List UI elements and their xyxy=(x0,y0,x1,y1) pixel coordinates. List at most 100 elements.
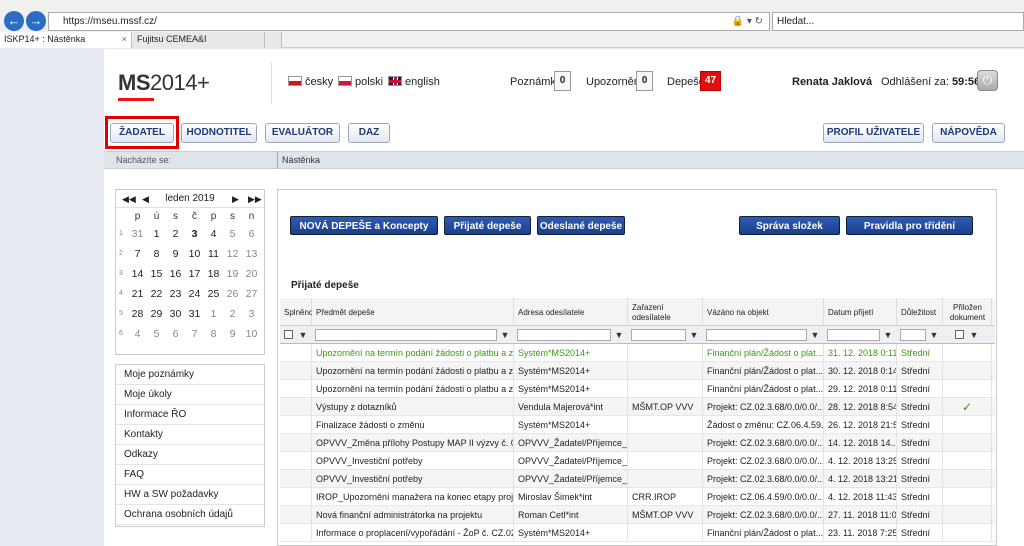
calendar-day[interactable]: 11 xyxy=(204,244,223,264)
filter-funnel-icon[interactable]: ▼ xyxy=(689,329,699,341)
table-row[interactable]: Upozornění na termín podání žádosti o pl… xyxy=(280,362,995,380)
forward-icon[interactable]: → xyxy=(26,11,46,31)
filter-input[interactable] xyxy=(517,329,611,341)
calendar-day[interactable]: 6 xyxy=(166,324,185,344)
calendar-day[interactable]: 1 xyxy=(147,224,166,244)
folders-button[interactable]: Správa složek xyxy=(739,216,840,235)
calendar-day[interactable]: 2 xyxy=(166,224,185,244)
close-tab-icon[interactable]: × xyxy=(122,32,127,47)
column-header[interactable]: Splněno xyxy=(280,298,313,326)
alerts-count[interactable]: 0 xyxy=(636,71,653,91)
filter-funnel-icon[interactable]: ▼ xyxy=(810,329,820,341)
filter-funnel-icon[interactable]: ▼ xyxy=(969,329,979,341)
calendar-day[interactable]: 7 xyxy=(128,244,147,264)
nav-hodnotitel-button[interactable]: HODNOTITEL xyxy=(181,123,257,143)
calendar-day[interactable]: 1 xyxy=(204,304,223,324)
filter-input[interactable] xyxy=(706,329,807,341)
table-row[interactable]: Výstupy z dotazníků Vendula Majerová*int M… xyxy=(280,398,995,416)
table-row[interactable]: Informace o proplacení/vypořádání - ŽoP … xyxy=(280,524,995,542)
filter-input[interactable] xyxy=(827,329,880,341)
calendar-day[interactable]: 14 xyxy=(128,264,147,284)
calendar-day[interactable]: 28 xyxy=(128,304,147,324)
table-row[interactable]: OPVVV_Změna přílohy Postupy MAP II výzvy… xyxy=(280,434,995,452)
calendar-day[interactable]: 19 xyxy=(223,264,242,284)
messages-count[interactable]: 47 xyxy=(700,71,721,91)
calendar-day[interactable]: 9 xyxy=(166,244,185,264)
calendar-day[interactable]: 25 xyxy=(204,284,223,304)
calendar-day[interactable]: 4 xyxy=(204,224,223,244)
sent-messages-button[interactable]: Odeslané depeše xyxy=(537,216,625,235)
calendar-day[interactable]: 29 xyxy=(147,304,166,324)
column-header[interactable]: S xyxy=(992,298,995,326)
calendar-day[interactable]: 10 xyxy=(242,324,261,344)
calendar-day[interactable]: 8 xyxy=(147,244,166,264)
filter-funnel-icon[interactable]: ▼ xyxy=(929,329,939,341)
calendar-day[interactable]: 24 xyxy=(185,284,204,304)
calendar-day[interactable]: 27 xyxy=(242,284,261,304)
menu-item[interactable]: Informace ŘO xyxy=(116,405,264,425)
calendar-day[interactable]: 31 xyxy=(128,224,147,244)
address-bar[interactable]: https://mseu.mssf.cz/ 🔒 ▾ ↻ xyxy=(48,12,770,31)
filter-funnel-icon[interactable]: ▼ xyxy=(298,329,308,341)
column-header[interactable]: Důležitost xyxy=(897,298,943,326)
menu-item[interactable]: HW a SW požadavky xyxy=(116,485,264,505)
calendar-day[interactable]: 21 xyxy=(128,284,147,304)
prev-year-icon[interactable]: ◀◀ xyxy=(122,190,136,208)
table-row[interactable]: IROP_Upozornění manažera na konec etapy … xyxy=(280,488,995,506)
menu-item[interactable]: Moje úkoly xyxy=(116,385,264,405)
calendar-day[interactable]: 3 xyxy=(242,304,261,324)
notes-count[interactable]: 0 xyxy=(554,71,571,91)
ms2014-logo[interactable]: MS2014+ xyxy=(118,70,210,101)
filter-checkbox[interactable] xyxy=(284,330,293,339)
calendar-day[interactable]: 23 xyxy=(166,284,185,304)
filter-funnel-icon[interactable]: ▼ xyxy=(500,329,510,341)
filter-input[interactable] xyxy=(900,329,926,341)
calendar-day[interactable]: 5 xyxy=(223,224,242,244)
power-icon[interactable]: ⏻ xyxy=(977,70,998,91)
menu-item[interactable]: Kontakty xyxy=(116,425,264,445)
calendar-day[interactable]: 5 xyxy=(147,324,166,344)
new-tab-icon[interactable] xyxy=(266,32,282,48)
calendar-day[interactable]: 7 xyxy=(185,324,204,344)
table-row[interactable]: OPVVV_Investiční potřeby OPVVV_Žadatel/Př… xyxy=(280,470,995,488)
filter-input[interactable] xyxy=(315,329,497,341)
calendar-day[interactable]: 17 xyxy=(185,264,204,284)
next-year-icon[interactable]: ▶▶ xyxy=(248,190,262,208)
calendar-day[interactable]: 26 xyxy=(223,284,242,304)
filter-input[interactable] xyxy=(631,329,686,341)
lang-english[interactable]: english xyxy=(388,76,440,88)
table-row[interactable]: Nová finanční administrátorka na projekt… xyxy=(280,506,995,524)
next-month-icon[interactable]: ▶ xyxy=(232,190,239,208)
calendar-day[interactable]: 16 xyxy=(166,264,185,284)
calendar-day[interactable]: 13 xyxy=(242,244,261,264)
calendar-day[interactable]: 12 xyxy=(223,244,242,264)
menu-item[interactable]: Odkazy xyxy=(116,445,264,465)
sort-rules-button[interactable]: Pravidla pro třídění depeší xyxy=(846,216,973,251)
column-header[interactable]: Přiložen dokument xyxy=(943,298,992,326)
calendar-day[interactable]: 8 xyxy=(204,324,223,344)
alerts-label[interactable]: Upozornění xyxy=(586,76,643,88)
column-header[interactable]: Zařazení odesílatele xyxy=(628,298,703,326)
table-row[interactable]: Finalizace žádosti o změnu Systém*MS2014+… xyxy=(280,416,995,434)
filter-funnel-icon[interactable]: ▼ xyxy=(883,329,893,341)
column-header[interactable]: Vázáno na objekt xyxy=(703,298,824,326)
lang-polish[interactable]: polski xyxy=(338,76,383,88)
help-button[interactable]: NÁPOVĚDA xyxy=(932,123,1005,143)
calendar-day[interactable]: 3 xyxy=(185,224,204,244)
menu-item[interactable]: FAQ xyxy=(116,465,264,485)
prev-month-icon[interactable]: ◀ xyxy=(142,190,149,208)
profile-button[interactable]: PROFIL UŽIVATELE xyxy=(823,123,924,143)
table-row[interactable]: Upozornění na termín podání žádosti o pl… xyxy=(280,380,995,398)
lock-refresh-icons[interactable]: 🔒 ▾ ↻ xyxy=(732,13,763,30)
menu-item[interactable]: Moje poznámky xyxy=(116,365,264,385)
column-header[interactable]: Předmět depeše xyxy=(312,298,514,326)
new-message-button[interactable]: NOVÁ DEPEŠE a Koncepty xyxy=(290,216,438,235)
calendar-day[interactable]: 10 xyxy=(185,244,204,264)
calendar-day[interactable]: 15 xyxy=(147,264,166,284)
browser-search-input[interactable]: Hledat... xyxy=(772,12,1024,31)
table-row[interactable]: OPVVV_Investiční potřeby OPVVV_Žadatel/Př… xyxy=(280,452,995,470)
filter-funnel-icon[interactable]: ▼ xyxy=(614,329,624,341)
nav-evaluator-button[interactable]: EVALUÁTOR xyxy=(265,123,340,143)
calendar-day[interactable]: 4 xyxy=(128,324,147,344)
menu-item[interactable]: Ochrana osobních údajů xyxy=(116,505,264,525)
